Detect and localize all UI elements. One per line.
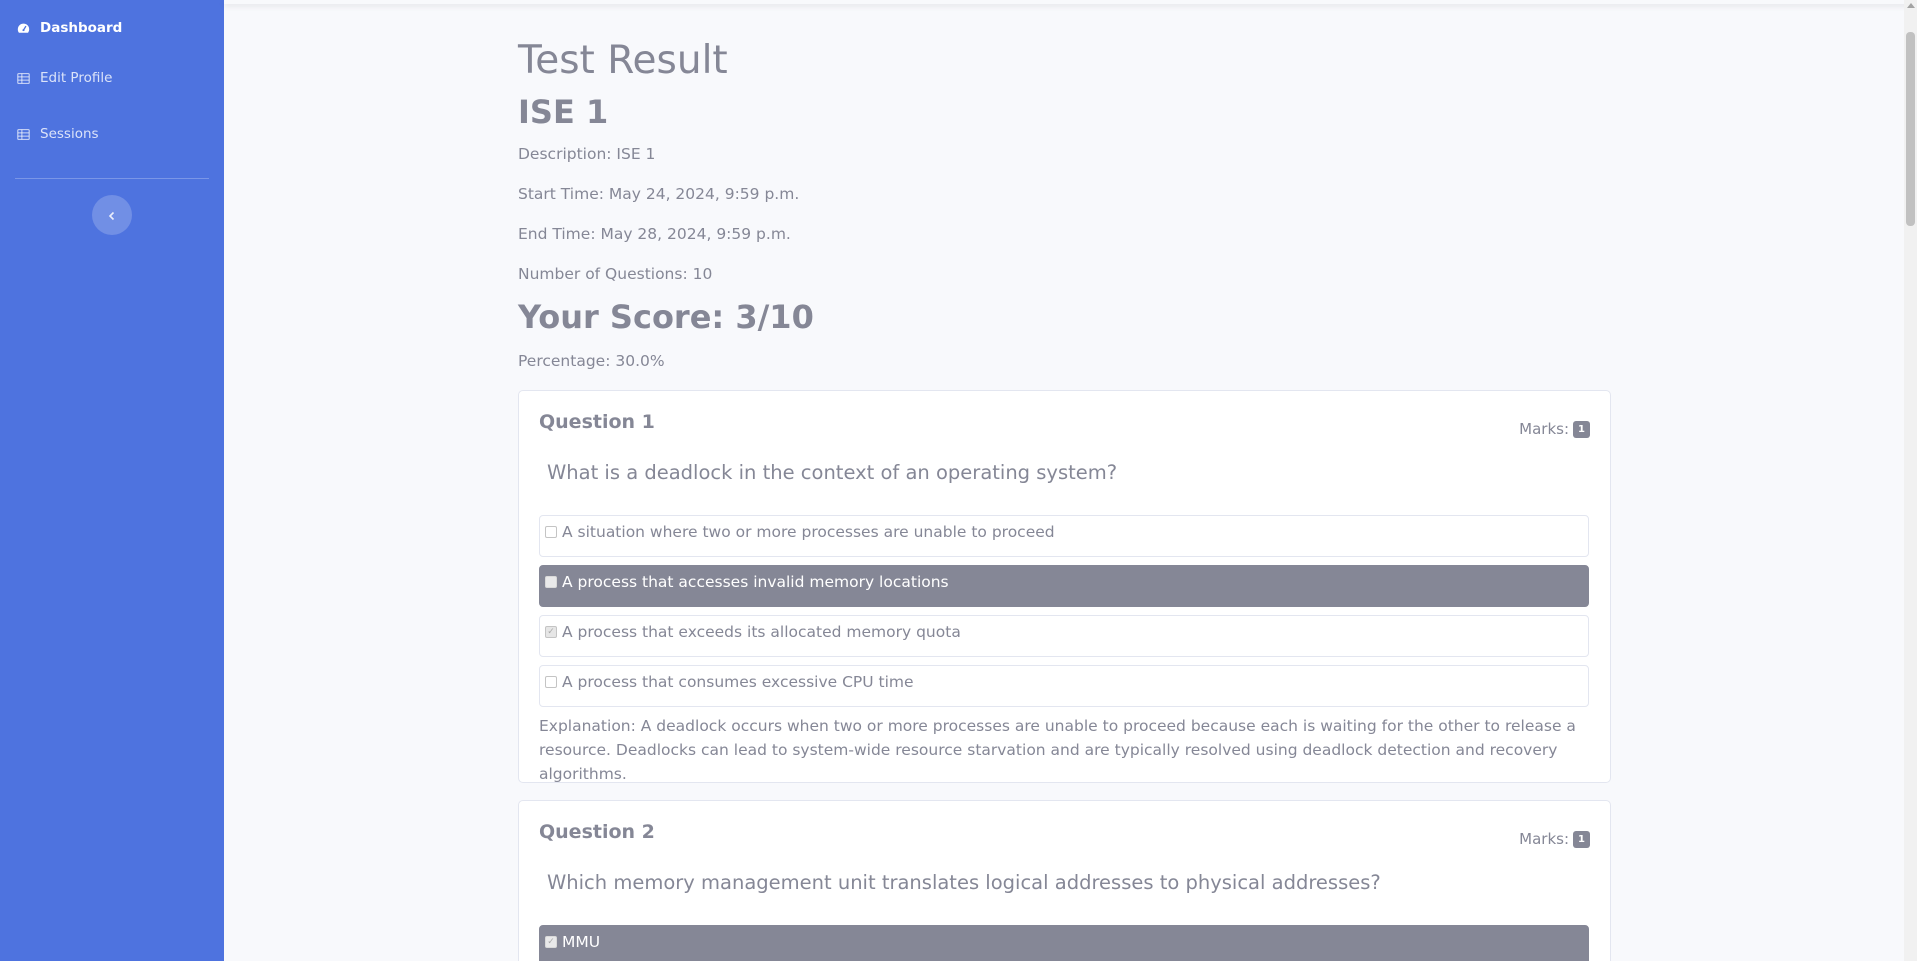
option-checkbox-checked[interactable]: ✓ (545, 936, 557, 948)
marks: Marks: 1 (1519, 830, 1590, 848)
question-title: Question 2 (539, 821, 655, 843)
explanation: Explanation: A deadlock occurs when two … (539, 717, 1576, 783)
option[interactable]: A situation where two or more processes … (539, 515, 1589, 557)
marks-badge: 1 (1573, 420, 1590, 438)
scrollbar[interactable] (1904, 0, 1917, 961)
tachometer-icon (17, 22, 30, 35)
sidebar-item-label: Sessions (40, 126, 99, 142)
number-of-questions: Number of Questions: 10 (518, 265, 713, 283)
question-title: Question 1 (539, 411, 655, 433)
marks-label: Marks: (1519, 830, 1570, 848)
option-text: MMU (562, 933, 601, 951)
marks-badge: 1 (1573, 830, 1590, 848)
option-checkbox[interactable] (545, 676, 557, 688)
option[interactable]: A process that consumes excessive CPU ti… (539, 665, 1589, 707)
session-name: ISE 1 (518, 93, 609, 131)
sidebar: Dashboard Edit Profile Sessions (0, 0, 224, 961)
scrollbar-thumb[interactable] (1906, 32, 1915, 226)
option-checkbox-checked[interactable]: ✓ (545, 626, 557, 638)
session-description: Description: ISE 1 (518, 145, 656, 163)
table-icon (17, 72, 30, 85)
question-card: Question 1 Marks: 1 What is a deadlock i… (518, 390, 1611, 783)
option[interactable]: ✓ A process that exceeds its allocated m… (539, 615, 1589, 657)
end-time: End Time: May 28, 2024, 9:59 p.m. (518, 225, 791, 243)
option-text: A process that accesses invalid memory l… (562, 573, 949, 591)
sidebar-item-label: Dashboard (40, 20, 123, 36)
start-time: Start Time: May 24, 2024, 9:59 p.m. (518, 185, 800, 203)
option-selected[interactable]: ✓ MMU (539, 925, 1589, 961)
option-selected[interactable]: A process that accesses invalid memory l… (539, 565, 1589, 607)
option-text: A situation where two or more processes … (562, 523, 1055, 541)
option-text: A process that exceeds its allocated mem… (562, 623, 961, 641)
sidebar-item-label: Edit Profile (40, 70, 113, 86)
scroll-up-icon[interactable] (1907, 3, 1915, 8)
score: Your Score: 3/10 (518, 298, 814, 336)
question-text: What is a deadlock in the context of an … (547, 461, 1118, 484)
percentage: Percentage: 30.0% (518, 352, 665, 370)
topbar (224, 0, 1917, 4)
chevron-left-icon (107, 206, 117, 225)
option-checkbox[interactable] (545, 526, 557, 538)
sidebar-item-dashboard[interactable]: Dashboard (0, 0, 224, 56)
page-title: Test Result (518, 38, 728, 83)
sidebar-divider (15, 178, 209, 179)
table-icon (17, 128, 30, 141)
question-card: Question 2 Marks: 1 Which memory managem… (518, 800, 1611, 961)
marks-label: Marks: (1519, 420, 1570, 438)
option-checkbox[interactable] (545, 576, 557, 588)
sidebar-item-edit-profile[interactable]: Edit Profile (0, 50, 224, 106)
marks: Marks: 1 (1519, 420, 1590, 438)
sidebar-item-sessions[interactable]: Sessions (0, 106, 224, 162)
sidebar-toggle-button[interactable] (92, 195, 132, 235)
option-text: A process that consumes excessive CPU ti… (562, 673, 914, 691)
question-text: Which memory management unit translates … (547, 871, 1381, 894)
